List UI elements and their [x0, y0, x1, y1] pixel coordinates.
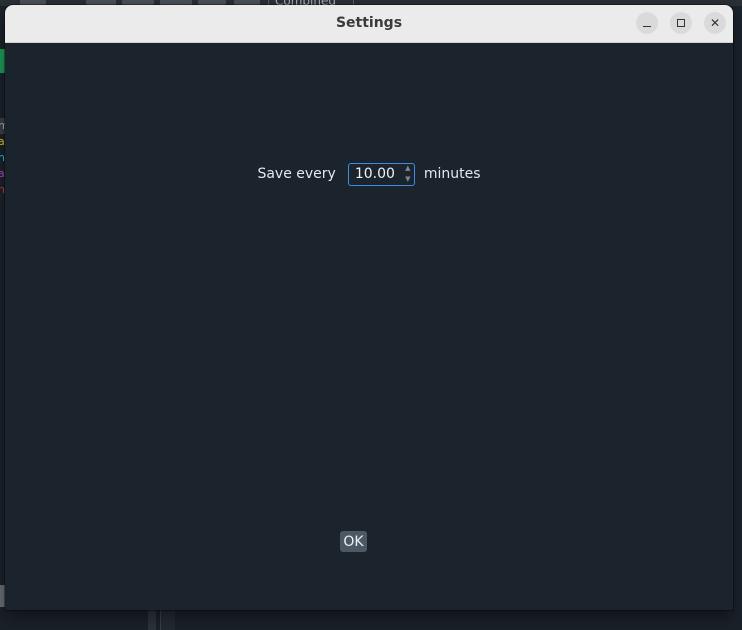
- spinbox-arrows: ▲ ▼: [402, 164, 414, 185]
- minimize-button[interactable]: [636, 12, 658, 34]
- maximize-icon: [677, 19, 685, 27]
- settings-dialog: Settings ✕ Save every 10.00 ▲ ▼ minutes …: [5, 5, 733, 610]
- maximize-button[interactable]: [670, 12, 692, 34]
- minimize-icon: [643, 25, 651, 27]
- spin-down-icon[interactable]: ▼: [402, 174, 414, 185]
- autosave-interval-value[interactable]: 10.00: [349, 166, 405, 182]
- ok-button[interactable]: OK: [340, 531, 367, 552]
- close-button[interactable]: ✕: [704, 12, 726, 34]
- autosave-interval-spinbox[interactable]: 10.00 ▲ ▼: [347, 162, 415, 186]
- dialog-titlebar[interactable]: Settings ✕: [5, 5, 733, 43]
- background-bottom-panel: [0, 610, 742, 630]
- close-icon: ✕: [709, 16, 721, 30]
- autosave-prefix-label: Save every: [257, 166, 336, 182]
- background-scrollbar: [148, 610, 156, 630]
- autosave-row: Save every 10.00 ▲ ▼ minutes: [5, 162, 733, 186]
- dialog-title: Settings: [335, 15, 403, 31]
- autosave-suffix-label: minutes: [423, 166, 481, 182]
- spin-up-icon[interactable]: ▲: [402, 164, 414, 175]
- background-panel-divider: [160, 610, 175, 630]
